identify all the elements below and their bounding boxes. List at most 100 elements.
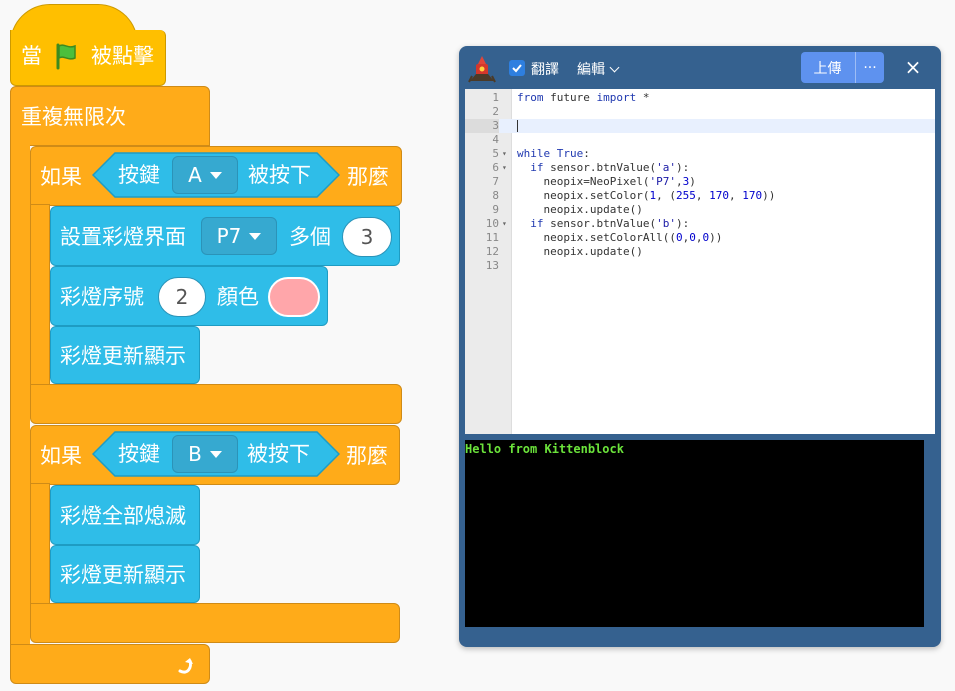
block-workspace[interactable]: 當 被點擊 重複無限次 如果 那麼 按鍵 A 被按下 設置彩燈界面 P7 多個 … bbox=[0, 0, 440, 691]
code-line[interactable]: 6 ▾ if sensor.btnValue('a'): bbox=[465, 161, 935, 175]
if1-bottom-bar[interactable] bbox=[30, 384, 402, 424]
line-number: 8 bbox=[492, 189, 499, 202]
upload-button-group: 上傳 ··· bbox=[801, 52, 884, 83]
key-dropdown-b[interactable]: B bbox=[172, 435, 238, 473]
key-dropdown-a-value: A bbox=[188, 163, 202, 187]
setup-mid: 多個 bbox=[289, 225, 331, 249]
line-number: 9 bbox=[492, 203, 499, 216]
setcolor-prefix: 彩燈序號 bbox=[60, 285, 144, 309]
pixel-index-value: 2 bbox=[175, 285, 189, 309]
hat-suffix: 被點擊 bbox=[91, 44, 154, 68]
key-dropdown-b-value: B bbox=[188, 442, 202, 466]
color-picker[interactable] bbox=[268, 277, 320, 317]
code-editor[interactable]: 1 from future import * 2 3 4 5 ▾ while True: 6 ▾ … bbox=[465, 89, 935, 434]
loop-arrow-icon bbox=[178, 658, 193, 674]
line-number: 7 bbox=[492, 175, 499, 188]
off-label: 彩燈全部熄滅 bbox=[60, 504, 186, 528]
pixel-count-value: 3 bbox=[360, 225, 374, 249]
code-text: if sensor.btnValue('b'): bbox=[530, 217, 690, 230]
line-number: 12 bbox=[485, 245, 499, 258]
kittenblock-logo-icon bbox=[468, 56, 496, 83]
if2-left-arm bbox=[30, 483, 50, 605]
line-number: 2 bbox=[492, 105, 499, 118]
checkmark-icon bbox=[512, 64, 522, 73]
code-text: neopix=NeoPixel('P7',3) bbox=[517, 175, 696, 188]
code-text: neopix.update() bbox=[517, 245, 643, 258]
code-text bbox=[517, 119, 518, 133]
line-number: 1 bbox=[492, 91, 499, 104]
hat-prefix: 當 bbox=[21, 44, 42, 68]
key-dropdown-a[interactable]: A bbox=[172, 156, 238, 194]
dropdown-arrow-icon bbox=[209, 450, 222, 458]
code-text: neopix.update() bbox=[517, 203, 643, 216]
code-line[interactable]: 8 neopix.setColor(1, (255, 170, 170)) bbox=[465, 189, 935, 203]
if1-left-arm bbox=[30, 204, 50, 386]
code-line[interactable]: 3 bbox=[465, 119, 935, 133]
set-pixel-color-block[interactable]: 彩燈序號 2 顏色 bbox=[50, 266, 328, 326]
console-output[interactable]: Hello from Kittenblock bbox=[465, 440, 924, 627]
line-number: 13 bbox=[485, 259, 499, 272]
code-line[interactable]: 13 bbox=[465, 259, 935, 273]
when-flag-clicked-block[interactable]: 當 被點擊 bbox=[10, 30, 166, 86]
forever-left-arm bbox=[10, 140, 30, 646]
code-text: if sensor.btnValue('a'): bbox=[530, 161, 690, 174]
code-line[interactable]: 4 bbox=[465, 133, 935, 147]
forever-bottom-bar[interactable] bbox=[10, 644, 210, 684]
green-flag-icon bbox=[56, 43, 76, 70]
code-line[interactable]: 11 neopix.setColorAll((0,0,0)) bbox=[465, 231, 935, 245]
line-number: 5 bbox=[492, 147, 499, 160]
fold-arrow-icon[interactable]: ▾ bbox=[502, 147, 510, 161]
close-button[interactable]: × bbox=[903, 57, 923, 77]
cond-b-suffix: 被按下 bbox=[247, 442, 310, 466]
setcolor-mid: 顏色 bbox=[217, 285, 259, 309]
edit-menu[interactable]: 編輯 bbox=[577, 59, 620, 79]
setup-prefix: 設置彩燈界面 bbox=[60, 225, 186, 249]
update1-label: 彩燈更新顯示 bbox=[60, 344, 186, 368]
neopixel-all-off-block[interactable]: 彩燈全部熄滅 bbox=[50, 485, 200, 545]
dropdown-arrow-icon bbox=[209, 171, 222, 179]
code-window: 翻譯 編輯 上傳 ··· × 1 from future import * 2 3 4 5… bbox=[459, 46, 941, 647]
console-text: Hello from Kittenblock bbox=[465, 442, 624, 456]
key-pressed-condition-a[interactable]: 按鍵 A 被按下 bbox=[92, 152, 340, 198]
dropdown-arrow-icon bbox=[249, 232, 262, 240]
code-line[interactable]: 1 from future import * bbox=[465, 91, 935, 105]
fold-arrow-icon[interactable]: ▾ bbox=[502, 217, 510, 231]
if2-label: 如果 bbox=[40, 444, 82, 468]
text-cursor bbox=[517, 120, 518, 132]
neopixel-update-block-2[interactable]: 彩燈更新顯示 bbox=[50, 545, 200, 603]
pin-dropdown-value: P7 bbox=[216, 224, 242, 248]
more-options-button[interactable]: ··· bbox=[855, 52, 884, 83]
if2-then-label: 那麼 bbox=[346, 444, 388, 468]
cond-a-suffix: 被按下 bbox=[248, 163, 311, 187]
pin-dropdown[interactable]: P7 bbox=[201, 217, 277, 255]
code-line[interactable]: 10 ▾ if sensor.btnValue('b'): bbox=[465, 217, 935, 231]
translate-label[interactable]: 翻譯 bbox=[531, 59, 559, 79]
upload-button[interactable]: 上傳 bbox=[801, 52, 854, 83]
pixel-count-input[interactable]: 3 bbox=[342, 217, 392, 257]
code-text: neopix.setColor(1, (255, 170, 170)) bbox=[517, 189, 776, 202]
line-number: 6 bbox=[492, 161, 499, 174]
if2-bottom-bar[interactable] bbox=[30, 603, 400, 643]
neopixel-update-block-1[interactable]: 彩燈更新顯示 bbox=[50, 326, 200, 384]
forever-label: 重複無限次 bbox=[21, 105, 126, 129]
forever-block[interactable]: 重複無限次 bbox=[10, 86, 210, 146]
update2-label: 彩燈更新顯示 bbox=[60, 563, 186, 587]
key-pressed-condition-b[interactable]: 按鍵 B 被按下 bbox=[92, 431, 340, 477]
code-line[interactable]: 12 neopix.update() bbox=[465, 245, 935, 259]
code-text: neopix.setColorAll((0,0,0)) bbox=[517, 231, 723, 244]
line-number: 11 bbox=[485, 231, 499, 244]
pixel-index-input[interactable]: 2 bbox=[158, 277, 206, 317]
setup-neopixel-block[interactable]: 設置彩燈界面 P7 多個 3 bbox=[50, 206, 400, 266]
code-line[interactable]: 5 ▾ while True: bbox=[465, 147, 935, 161]
code-line[interactable]: 7 neopix=NeoPixel('P7',3) bbox=[465, 175, 935, 189]
edit-menu-label: 編輯 bbox=[577, 62, 605, 78]
fold-arrow-icon[interactable]: ▾ bbox=[502, 161, 510, 175]
cond-a-prefix: 按鍵 bbox=[118, 163, 160, 187]
if1-label: 如果 bbox=[40, 165, 82, 189]
translate-checkbox[interactable] bbox=[509, 60, 525, 76]
code-line[interactable]: 9 neopix.update() bbox=[465, 203, 935, 217]
line-number: 10 bbox=[485, 217, 499, 230]
if1-then-label: 那麼 bbox=[347, 165, 389, 189]
code-text: from future import * bbox=[517, 91, 650, 104]
code-line[interactable]: 2 bbox=[465, 105, 935, 119]
